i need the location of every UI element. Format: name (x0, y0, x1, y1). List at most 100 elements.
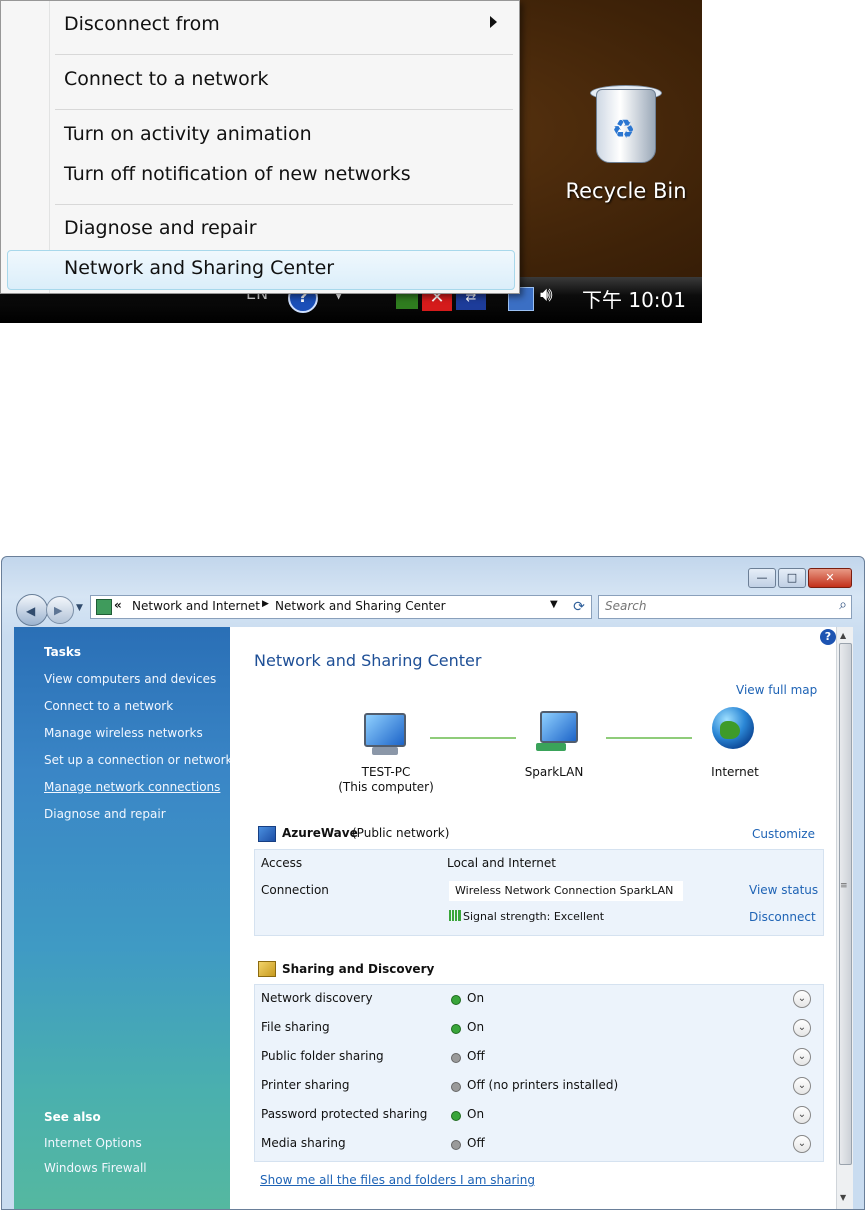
window-controls: — □ ✕ (748, 568, 852, 588)
scroll-grip-icon: ≡ (840, 881, 848, 891)
scroll-up-icon[interactable]: ▲ (840, 631, 846, 640)
help-icon[interactable]: ? (820, 629, 836, 645)
clock[interactable]: 下午 10:01 (582, 284, 686, 312)
expand-chevron-icon[interactable]: ⌄ (793, 1019, 811, 1037)
close-button[interactable]: ✕ (808, 568, 852, 588)
status-dot-icon (451, 1111, 461, 1121)
network-folder-icon (96, 599, 112, 615)
expand-chevron-icon[interactable]: ⌄ (793, 1106, 811, 1124)
tasks-sidebar: Tasks View computers and devices Connect… (14, 627, 232, 1209)
status-dot-icon (451, 1053, 461, 1063)
task-manage-connections[interactable]: Manage network connections (44, 780, 220, 794)
menu-item-connect-to-network[interactable]: Connect to a network (64, 68, 269, 90)
connection-value: Wireless Network Connection SparkLAN (449, 881, 683, 901)
connection-line (606, 737, 692, 739)
back-arrow-icon: ◀ (26, 604, 36, 618)
customize-link[interactable]: Customize (752, 827, 815, 841)
menu-separator (55, 54, 513, 55)
network-details-panel: Access Local and Internet Connection Wir… (254, 849, 824, 936)
expand-chevron-icon[interactable]: ⌄ (793, 1048, 811, 1066)
access-label: Access (261, 856, 303, 870)
scroll-thumb[interactable] (839, 643, 852, 1165)
breadcrumb-overflow-icon[interactable]: « (114, 598, 122, 612)
speaker-icon[interactable]: 🔊︎ (540, 282, 553, 310)
internet-label: Internet (711, 765, 759, 779)
status-dot-icon (451, 1140, 461, 1150)
menu-item-disconnect-from[interactable]: Disconnect from (64, 13, 220, 35)
task-manage-wireless[interactable]: Manage wireless networks (44, 726, 203, 740)
show-shared-files-link[interactable]: Show me all the files and folders I am s… (260, 1173, 535, 1187)
status-dot-icon (451, 1024, 461, 1034)
maximize-button[interactable]: □ (778, 568, 806, 588)
network-sharing-center-window: — □ ✕ ◀ ▶ ▼ « Network and Internet ▶ Net… (1, 556, 865, 1210)
recycle-logo-icon: ♻ (612, 115, 636, 145)
menu-item-network-sharing-center[interactable]: Network and Sharing Center (64, 257, 334, 279)
signal-strength: Signal strength: Excellent (463, 910, 605, 923)
task-connect-network[interactable]: Connect to a network (44, 699, 173, 713)
sharing-row-label: File sharing (261, 1020, 330, 1034)
recycle-bin-label: Recycle Bin (565, 179, 687, 203)
submenu-arrow-icon (490, 16, 497, 28)
menu-separator (55, 204, 513, 205)
sharing-icon (258, 961, 276, 977)
view-status-link[interactable]: View status (749, 883, 818, 897)
menu-item-notification[interactable]: Turn off notification of new networks (64, 163, 411, 185)
signal-bars-icon (449, 910, 461, 921)
router-icon[interactable] (540, 711, 578, 743)
network-name: AzureWave (282, 826, 358, 840)
sharing-row-status: Off (no printers installed) (467, 1078, 619, 1092)
address-bar[interactable]: « Network and Internet ▶ Network and Sha… (90, 595, 592, 619)
forward-arrow-icon: ▶ (54, 604, 63, 617)
see-also-heading: See also (44, 1110, 101, 1124)
status-dot-icon (451, 1082, 461, 1092)
computer-stand (372, 747, 398, 755)
main-content: ? Network and Sharing Center View full m… (230, 627, 836, 1209)
expand-chevron-icon[interactable]: ⌄ (793, 1135, 811, 1153)
minimize-button[interactable]: — (748, 568, 776, 588)
sharing-row-status: On (467, 991, 485, 1005)
computer-name-label: TEST-PC (361, 765, 411, 779)
sharing-row-status: On (467, 1020, 485, 1034)
task-diagnose-repair[interactable]: Diagnose and repair (44, 807, 166, 821)
menu-item-diagnose-repair[interactable]: Diagnose and repair (64, 217, 257, 239)
recycle-bin[interactable]: ♻ Recycle Bin (560, 85, 692, 215)
sharing-row-label: Media sharing (261, 1136, 346, 1150)
network-icon (258, 826, 276, 842)
task-setup-connection[interactable]: Set up a connection or network (44, 753, 232, 767)
refresh-icon[interactable]: ⟳ (568, 596, 590, 618)
sharing-row-label: Printer sharing (261, 1078, 350, 1092)
vertical-scrollbar[interactable]: ▲ ≡ ▼ (836, 627, 853, 1209)
sharing-row-label: Network discovery (261, 991, 373, 1005)
task-view-computers[interactable]: View computers and devices (44, 672, 216, 686)
sharing-row-label: Password protected sharing (261, 1107, 428, 1121)
computer-sub-label: (This computer) (338, 780, 434, 794)
view-full-map-link[interactable]: View full map (736, 683, 817, 697)
network-type: (Public network) (352, 826, 450, 840)
sharing-row-status: Off (467, 1136, 485, 1150)
menu-separator (55, 109, 513, 110)
scroll-down-icon[interactable]: ▼ (840, 1193, 846, 1202)
sharing-heading: Sharing and Discovery (282, 962, 435, 976)
menu-item-activity-animation[interactable]: Turn on activity animation (64, 123, 312, 145)
disconnect-link[interactable]: Disconnect (749, 910, 816, 924)
link-windows-firewall[interactable]: Windows Firewall (44, 1161, 147, 1175)
sharing-panel: Network discovery On ⌄ File sharing On ⌄ Publi… (254, 984, 824, 1162)
breadcrumb-network-sharing-center[interactable]: Network and Sharing Center (275, 599, 446, 613)
expand-chevron-icon[interactable]: ⌄ (793, 990, 811, 1008)
computer-icon[interactable] (364, 713, 406, 747)
expand-chevron-icon[interactable]: ⌄ (793, 1077, 811, 1095)
connection-label: Connection (261, 883, 329, 897)
network-context-menu: Disconnect from Connect to a network Tur… (0, 0, 520, 294)
history-dropdown-icon[interactable]: ▼ (76, 603, 83, 613)
internet-globe-icon[interactable] (712, 707, 754, 749)
sharing-row-status: On (467, 1107, 485, 1121)
breadcrumb-separator-icon[interactable]: ▶ (262, 599, 269, 609)
search-icon[interactable]: ⌕ (839, 597, 847, 613)
address-dropdown-icon[interactable]: ▼ (550, 599, 558, 610)
search-input[interactable] (605, 599, 825, 613)
link-internet-options[interactable]: Internet Options (44, 1136, 142, 1150)
search-box[interactable]: ⌕ (598, 595, 852, 619)
page-title: Network and Sharing Center (254, 651, 482, 670)
breadcrumb-network-internet[interactable]: Network and Internet (132, 599, 260, 613)
router-label: SparkLAN (524, 765, 584, 779)
